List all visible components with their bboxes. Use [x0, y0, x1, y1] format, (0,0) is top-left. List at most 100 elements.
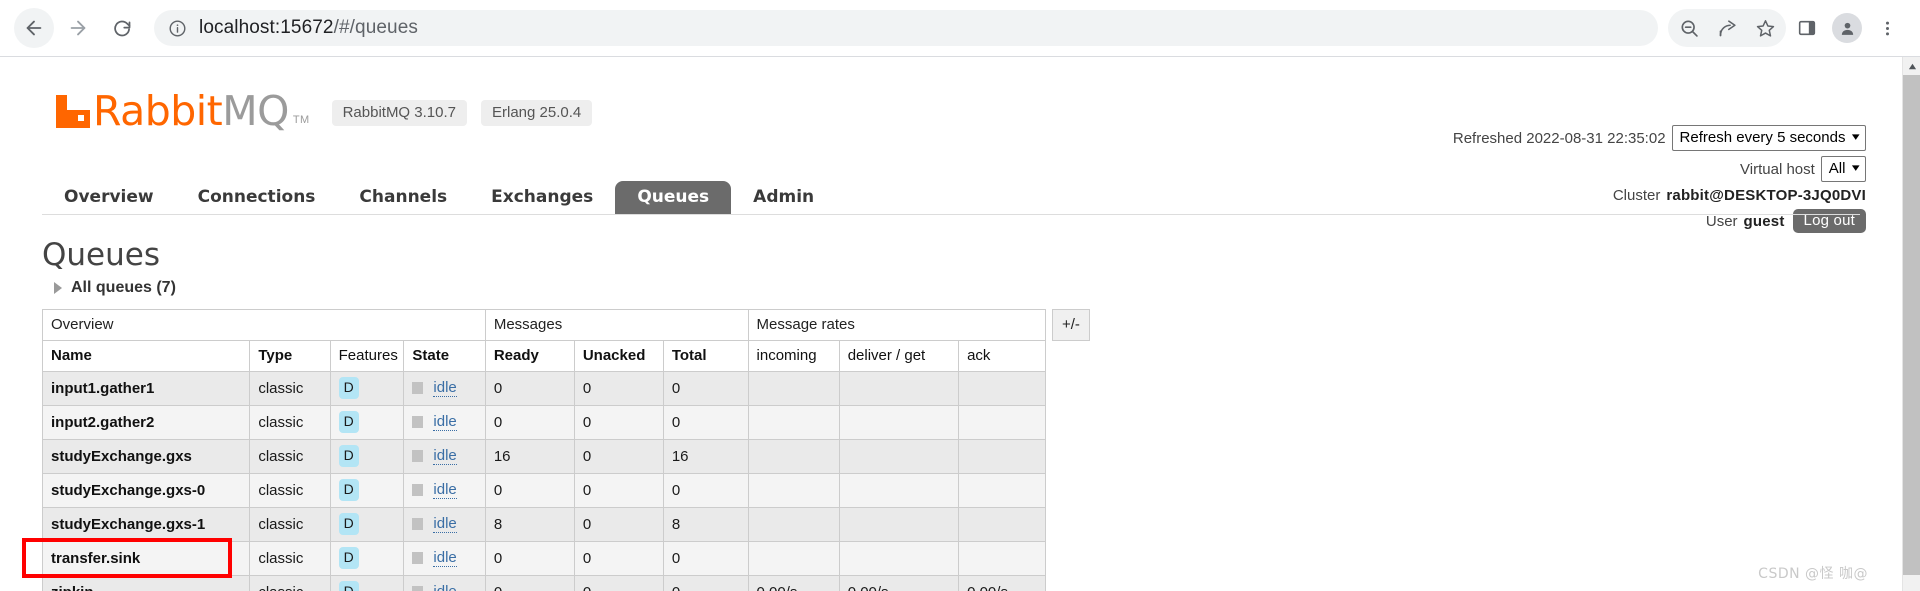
- durable-badge: D: [338, 411, 359, 433]
- col-name[interactable]: Name: [41, 340, 251, 372]
- table-row[interactable]: studyExchange.gxs-1 classic D idle 8 0 8: [41, 507, 1046, 542]
- reload-icon[interactable]: [102, 8, 142, 48]
- queue-type: classic: [249, 541, 331, 576]
- queue-incoming: 0.00/s: [747, 575, 840, 591]
- queue-name-link[interactable]: studyExchange.gxs-0: [41, 473, 251, 508]
- page-viewport: RabbitMQ TM RabbitMQ 3.10.7 Erlang 25.0.…: [0, 57, 1920, 591]
- refresh-interval-select[interactable]: Refresh every 5 seconds ▾: [1671, 125, 1866, 151]
- queue-ready: 16: [484, 439, 575, 474]
- rabbitmq-management-page: RabbitMQ TM RabbitMQ 3.10.7 Erlang 25.0.…: [0, 57, 1902, 591]
- rabbitmq-logo-icon: [56, 95, 90, 128]
- page-scrollbar[interactable]: [1902, 57, 1920, 591]
- bookmark-star-icon[interactable]: [1746, 9, 1784, 47]
- zoom-out-icon[interactable]: [1670, 9, 1708, 47]
- page-content: Queues All queues (7) Overview Messages: [0, 237, 1902, 591]
- queue-type: classic: [249, 371, 331, 406]
- queue-name-link[interactable]: studyExchange.gxs: [41, 439, 251, 474]
- address-bar[interactable]: localhost:15672/#/queues: [154, 10, 1658, 46]
- state-label[interactable]: idle: [433, 515, 457, 533]
- queue-unacked: 0: [573, 371, 664, 406]
- state-label[interactable]: idle: [433, 379, 457, 397]
- queue-ack: 0.00/s: [958, 575, 1046, 591]
- queue-ready: 0: [484, 541, 575, 576]
- queue-ready: 8: [484, 507, 575, 542]
- scrollbar-thumb[interactable]: [1903, 75, 1920, 575]
- side-panel-icon[interactable]: [1788, 9, 1826, 47]
- tab-exchanges[interactable]: Exchanges: [469, 181, 615, 214]
- avatar: [1832, 13, 1862, 43]
- col-ack[interactable]: ack: [958, 340, 1046, 372]
- table-row[interactable]: studyExchange.gxs classic D idle 16 0 16: [41, 439, 1046, 474]
- col-deliver-get[interactable]: deliver / get: [838, 340, 960, 372]
- tab-queues[interactable]: Queues: [615, 181, 732, 214]
- tab-admin[interactable]: Admin: [731, 181, 836, 214]
- durable-badge: D: [338, 445, 359, 467]
- queue-features: D: [329, 371, 405, 406]
- forward-arrow-icon[interactable]: [58, 8, 98, 48]
- queue-unacked: 0: [573, 575, 664, 591]
- tab-connections[interactable]: Connections: [176, 181, 338, 214]
- share-icon[interactable]: [1708, 9, 1746, 47]
- tab-overview[interactable]: Overview: [42, 181, 176, 214]
- table-row[interactable]: input1.gather1 classic D idle 0 0 0: [41, 371, 1046, 406]
- col-type[interactable]: Type: [249, 340, 331, 372]
- table-row[interactable]: studyExchange.gxs-0 classic D idle 0 0 0: [41, 473, 1046, 508]
- queue-ack: [958, 405, 1046, 440]
- table-row[interactable]: transfer.sink classic D idle 0 0 0: [41, 541, 1046, 576]
- col-ready[interactable]: Ready: [484, 340, 575, 372]
- logo-wordmark[interactable]: RabbitMQ: [93, 91, 289, 132]
- queue-state: idle: [403, 371, 486, 406]
- table-column-header-row: Name Type Features State Ready Unacked T…: [41, 340, 1046, 372]
- group-header-overview: Overview: [42, 309, 486, 341]
- col-incoming[interactable]: incoming: [747, 340, 840, 372]
- queue-ready: 0: [484, 371, 575, 406]
- url-path: /#/queues: [333, 17, 418, 38]
- back-arrow-icon[interactable]: [14, 8, 54, 48]
- site-info-icon[interactable]: [168, 19, 187, 38]
- profile-avatar-icon[interactable]: [1828, 9, 1866, 47]
- col-total[interactable]: Total: [662, 340, 749, 372]
- queue-name-link[interactable]: zipkin: [41, 575, 251, 591]
- group-header-message-rates: Message rates: [747, 309, 1047, 341]
- queue-state: idle: [403, 405, 486, 440]
- state-indicator-icon: [412, 450, 424, 462]
- queue-deliver-get: [838, 541, 960, 576]
- queue-ack: [958, 371, 1046, 406]
- toggle-columns-button[interactable]: +/-: [1052, 309, 1090, 341]
- queue-name-link[interactable]: input2.gather2: [41, 405, 251, 440]
- chevron-down-icon: ▾: [1852, 162, 1861, 174]
- queue-deliver-get: [838, 473, 960, 508]
- url-host: localhost:15672: [199, 17, 334, 38]
- queue-name-link[interactable]: input1.gather1: [41, 371, 251, 406]
- queue-ready: 0: [484, 473, 575, 508]
- state-label[interactable]: idle: [433, 583, 456, 591]
- refresh-interval-value: Refresh every 5 seconds: [1679, 129, 1846, 146]
- col-state[interactable]: State: [403, 340, 486, 372]
- col-features[interactable]: Features: [329, 340, 405, 372]
- table-row[interactable]: input2.gather2 classic D idle 0 0 0: [41, 405, 1046, 440]
- erlang-version-badge: Erlang 25.0.4: [480, 100, 593, 126]
- state-label[interactable]: idle: [433, 413, 457, 431]
- vhost-select[interactable]: All ▾: [1820, 156, 1866, 182]
- queue-name-link[interactable]: studyExchange.gxs-1: [41, 507, 251, 542]
- state-indicator-icon: [412, 552, 424, 564]
- queue-total: 0: [662, 541, 749, 576]
- queue-total: 0: [662, 473, 749, 508]
- three-dot-menu-icon[interactable]: [1868, 9, 1906, 47]
- queue-state: idle: [403, 439, 486, 474]
- queue-deliver-get: [838, 405, 960, 440]
- col-unacked[interactable]: Unacked: [573, 340, 664, 372]
- state-label[interactable]: idle: [433, 481, 457, 499]
- all-queues-toggle[interactable]: All queues (7): [54, 279, 1902, 297]
- queue-ack: [958, 473, 1046, 508]
- queue-ready: 0: [484, 575, 575, 591]
- state-label[interactable]: idle: [433, 549, 457, 567]
- table-row[interactable]: zipkin classic D idle 0 0 0 0.00/s 0.00/…: [41, 575, 1046, 591]
- scroll-up-icon[interactable]: [1903, 57, 1920, 75]
- state-label[interactable]: idle: [433, 447, 457, 465]
- rabbitmq-header: RabbitMQ TM RabbitMQ 3.10.7 Erlang 25.0.…: [0, 57, 1902, 233]
- tab-channels[interactable]: Channels: [337, 181, 469, 214]
- queue-name-link[interactable]: transfer.sink: [41, 541, 251, 576]
- queue-unacked: 0: [573, 507, 664, 542]
- queue-incoming: [747, 371, 840, 406]
